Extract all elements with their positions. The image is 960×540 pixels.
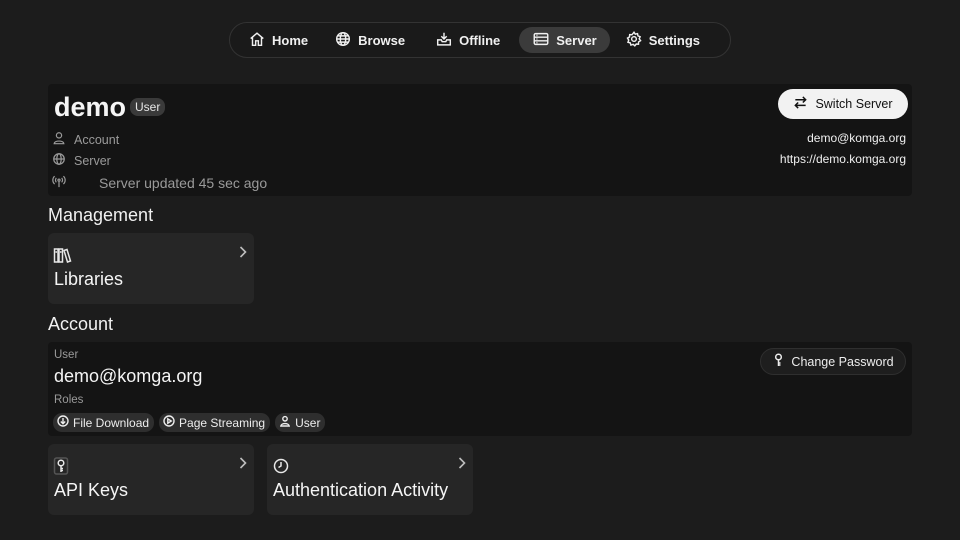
nav-server[interactable]: Server xyxy=(519,27,610,53)
nav-offline-label: Offline xyxy=(459,32,501,48)
chevron-right-icon xyxy=(238,456,248,470)
inbox-download-icon xyxy=(435,30,453,51)
api-keys-label: API Keys xyxy=(54,480,129,500)
user-email: demo@komga.org xyxy=(54,366,203,386)
switch-server-label: Switch Server xyxy=(815,97,893,111)
chevron-right-icon xyxy=(457,456,467,470)
person-icon xyxy=(279,415,291,430)
globe-icon xyxy=(52,152,66,169)
swap-arrows-icon xyxy=(793,95,808,113)
key-icon xyxy=(772,353,785,370)
management-title: Management xyxy=(48,205,154,225)
libraries-card[interactable]: Libraries xyxy=(48,233,254,304)
server-icon xyxy=(532,30,550,51)
server-row: Server xyxy=(52,152,111,169)
top-nav: Home Browse Offline Server Settings xyxy=(229,22,731,58)
broadcast-icon xyxy=(52,174,66,191)
change-password-label: Change Password xyxy=(791,354,894,369)
role-chip-label: File Download xyxy=(73,415,150,430)
auth-activity-card[interactable]: Authentication Activity xyxy=(267,444,473,515)
nav-settings[interactable]: Settings xyxy=(612,27,713,53)
nav-home-label: Home xyxy=(272,32,309,48)
auth-activity-label: Authentication Activity xyxy=(273,480,449,500)
globe-icon xyxy=(334,30,352,51)
role-chip: Page Streaming xyxy=(159,413,271,432)
role-chip: User xyxy=(275,413,326,432)
chevron-right-icon xyxy=(238,245,248,259)
nav-offline[interactable]: Offline xyxy=(422,27,513,53)
server-status: Server updated 45 sec ago xyxy=(99,174,268,191)
nav-server-label: Server xyxy=(556,32,597,48)
role-chip-label: User xyxy=(295,415,321,430)
switch-server-button[interactable]: Switch Server xyxy=(778,89,908,119)
server-page: Home Browse Offline Server Settings demo… xyxy=(0,0,960,540)
play-circle-icon xyxy=(163,415,175,430)
books-icon xyxy=(53,246,73,264)
roles-list: File Download Page Streaming User xyxy=(53,413,326,432)
account-title: Account xyxy=(48,314,114,334)
nav-browse-label: Browse xyxy=(358,32,406,48)
account-label: Account xyxy=(74,132,120,147)
role-chip: File Download xyxy=(53,413,155,432)
account-panel: User demo@komga.org Roles File Download … xyxy=(48,342,912,436)
server-url: https://demo.komga.org xyxy=(779,152,906,166)
server-name: demo xyxy=(54,92,127,122)
api-keys-card[interactable]: API Keys xyxy=(48,444,254,515)
roles-label: Roles xyxy=(54,394,84,406)
nav-home[interactable]: Home xyxy=(235,27,321,53)
person-icon xyxy=(52,131,66,148)
server-label: Server xyxy=(74,153,111,168)
user-label: User xyxy=(54,349,79,361)
download-circle-icon xyxy=(57,415,69,430)
key-icon xyxy=(53,457,73,475)
status-row: Server updated 45 sec ago xyxy=(52,174,267,191)
nav-browse[interactable]: Browse xyxy=(321,27,418,53)
home-icon xyxy=(248,30,266,51)
account-value: demo@komga.org xyxy=(807,131,906,145)
role-badge: User xyxy=(130,98,166,116)
gear-icon xyxy=(625,30,643,51)
libraries-label: Libraries xyxy=(54,269,124,289)
account-row: Account xyxy=(52,131,119,148)
change-password-button[interactable]: Change Password xyxy=(760,348,906,375)
nav-settings-label: Settings xyxy=(648,32,701,48)
server-info-panel: demo User Account Server Server updated … xyxy=(48,84,912,196)
clock-icon xyxy=(272,457,292,475)
role-chip-label: Page Streaming xyxy=(179,415,266,430)
